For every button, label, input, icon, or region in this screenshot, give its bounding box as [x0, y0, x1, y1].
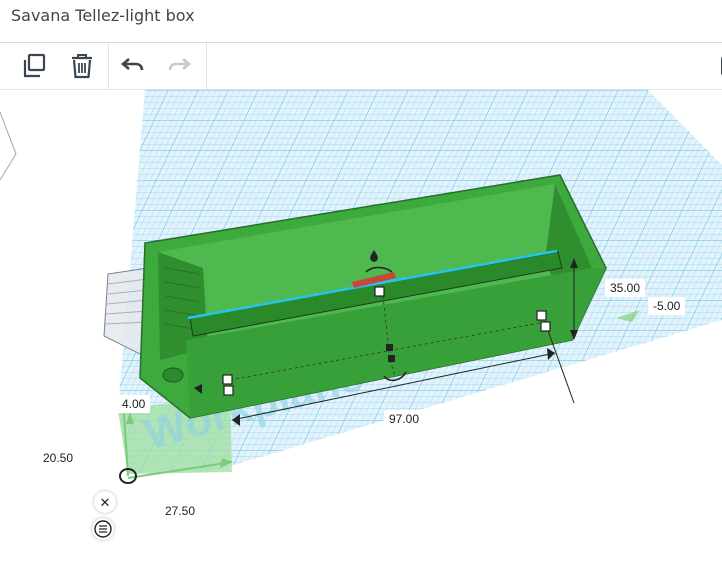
- copy-button[interactable]: [16, 48, 52, 84]
- undo-button[interactable]: [114, 48, 150, 84]
- partial-toolbar-button[interactable]: [706, 48, 722, 84]
- view-cube[interactable]: [0, 111, 17, 181]
- elevation-dimension-label[interactable]: -5.00: [648, 297, 686, 315]
- offset-dimension-label[interactable]: 4.00: [117, 395, 151, 413]
- redo-icon: [168, 58, 192, 71]
- 3d-viewport[interactable]: Workplane: [0, 90, 722, 574]
- toolbar-separator: [108, 43, 109, 89]
- height-dimension-label[interactable]: 35.00: [605, 279, 646, 297]
- delete-button[interactable]: [64, 48, 100, 84]
- trash-icon: [72, 54, 92, 79]
- notes-icon: [94, 520, 112, 538]
- edit-toolbar: [0, 43, 722, 90]
- undo-icon: [120, 58, 144, 71]
- cropped-icon: [721, 56, 722, 76]
- position-y-label[interactable]: 20.50: [38, 449, 79, 467]
- title-bar: Savana Tellez-light box: [0, 0, 722, 43]
- toolbar-separator: [206, 43, 207, 89]
- length-dimension-label[interactable]: 97.00: [384, 410, 425, 428]
- position-x-label[interactable]: 27.50: [160, 502, 201, 520]
- redo-button[interactable]: [162, 48, 198, 84]
- close-icon: ✕: [99, 494, 111, 510]
- hole-marker: [162, 367, 184, 383]
- project-title[interactable]: Savana Tellez-light box: [11, 6, 195, 25]
- notes-button[interactable]: [92, 518, 114, 540]
- close-measure-button[interactable]: ✕: [94, 491, 116, 513]
- copy-icon: [23, 53, 46, 78]
